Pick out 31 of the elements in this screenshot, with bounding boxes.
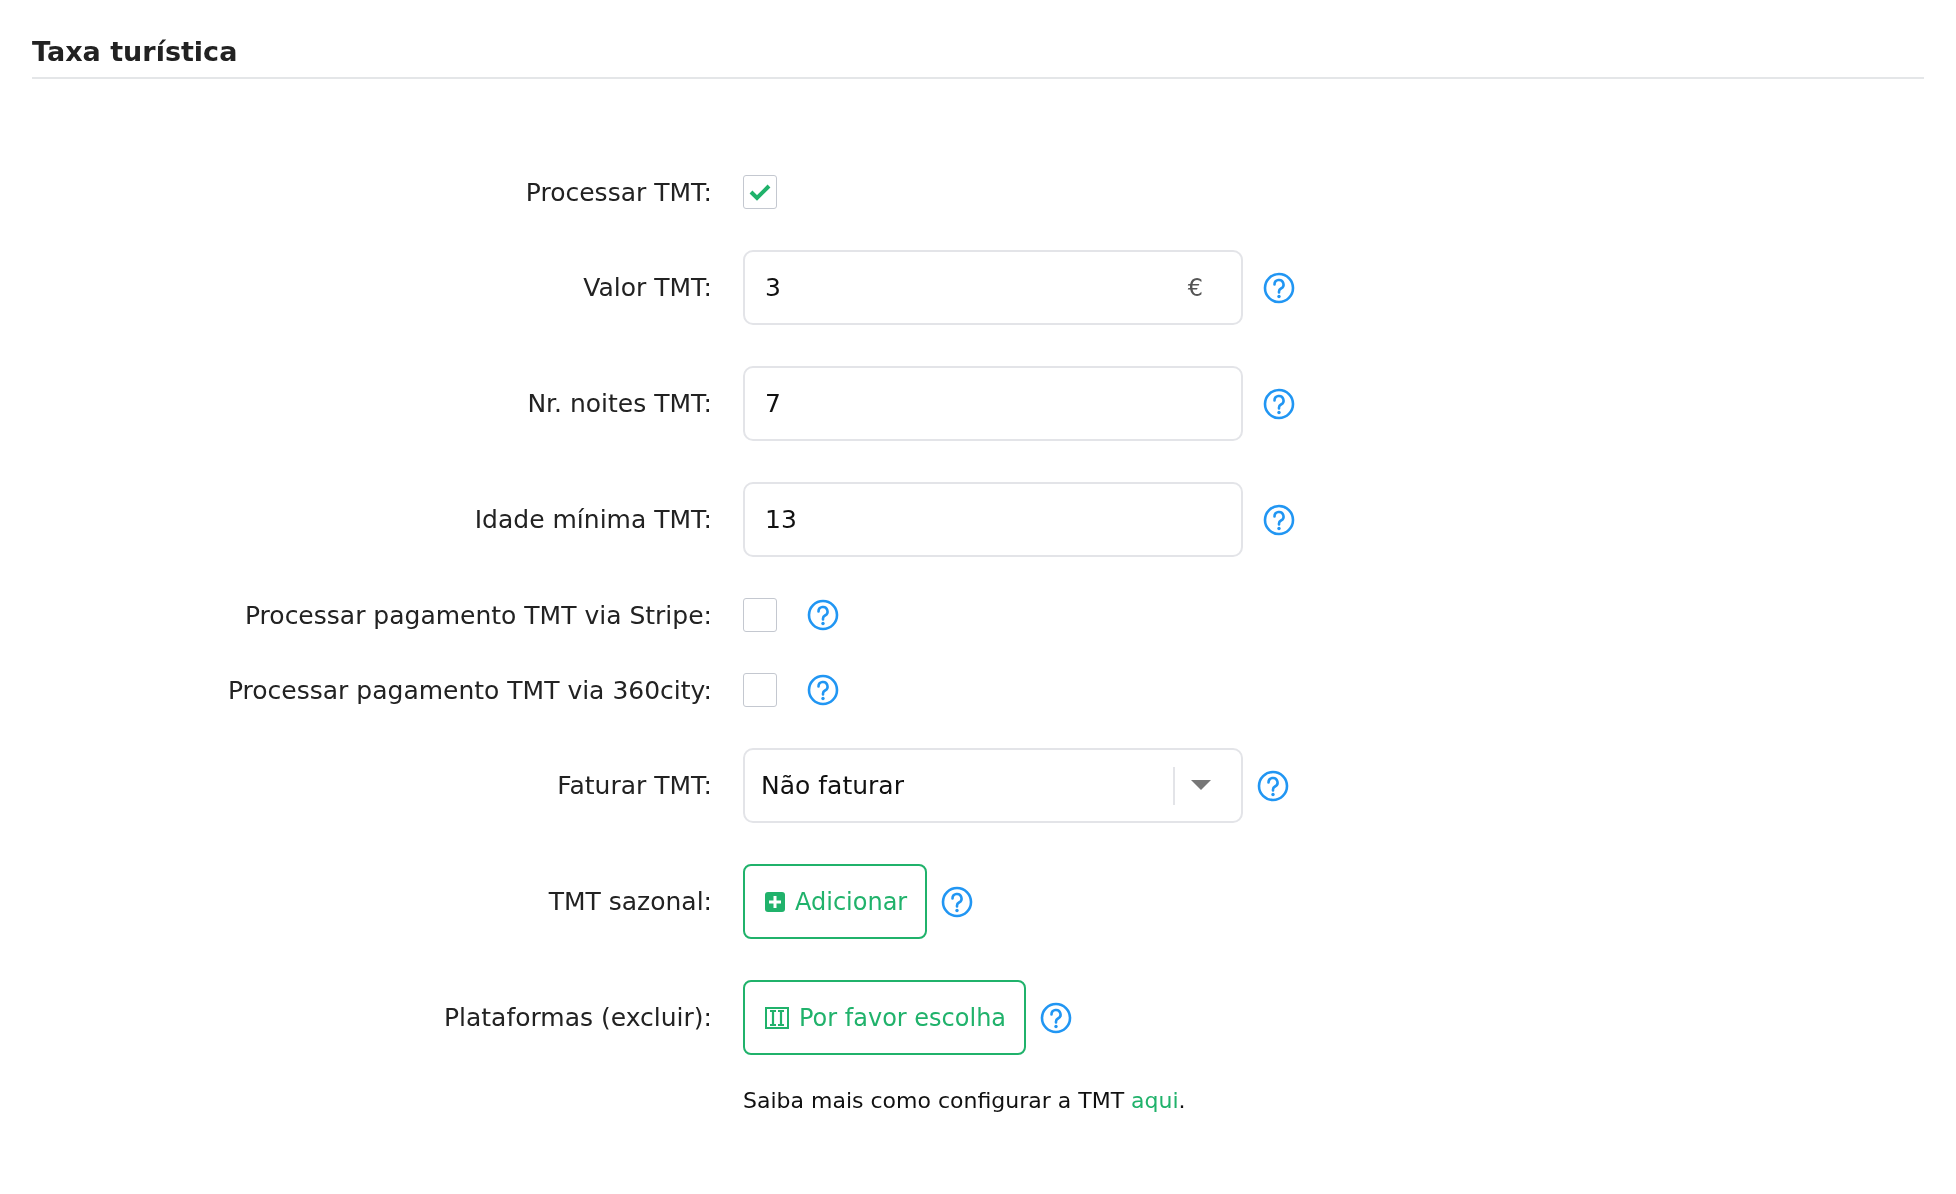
checkbox[interactable] — [743, 673, 777, 707]
field-label: Processar pagamento TMT via 360city: — [226, 675, 712, 705]
checkbox[interactable] — [743, 598, 777, 632]
help-text: Saiba mais como configurar a TMT aqui. — [743, 1088, 1187, 1113]
caret-icon — [1191, 779, 1211, 792]
help-icon[interactable] — [941, 885, 974, 918]
help-icon[interactable] — [1257, 769, 1289, 802]
help-icon[interactable] — [1263, 503, 1295, 536]
field-label: Valor TMT: — [582, 273, 712, 302]
field-label: Processar pagamento TMT via Stripe: — [243, 600, 712, 630]
help-icon[interactable] — [807, 674, 839, 706]
field-label: Plataformas (excluir): — [442, 1003, 712, 1032]
checkbox[interactable] — [743, 175, 777, 209]
help-icon[interactable] — [1040, 1001, 1073, 1034]
help-icon[interactable] — [807, 599, 839, 631]
field-label: Nr. noites TMT: — [526, 389, 712, 418]
select-field[interactable]: Não faturar — [743, 748, 1243, 823]
section-title: Taxa turística — [32, 36, 238, 67]
field-label: Faturar TMT: — [556, 771, 712, 800]
field-label: TMT sazonal: — [547, 887, 712, 916]
check-icon — [749, 183, 771, 201]
help-icon[interactable] — [1263, 387, 1295, 420]
plus-icon — [765, 891, 785, 912]
columns-icon — [765, 1006, 789, 1029]
input-field[interactable]: 13 — [743, 482, 1243, 557]
field-label: Processar TMT: — [524, 177, 712, 207]
input-field[interactable]: 3 € — [743, 250, 1243, 325]
input-field[interactable]: 7 — [743, 366, 1243, 441]
help-icon[interactable] — [1263, 271, 1295, 304]
field-label: Idade mínima TMT: — [473, 505, 712, 534]
currency-suffix: € — [1187, 273, 1203, 302]
